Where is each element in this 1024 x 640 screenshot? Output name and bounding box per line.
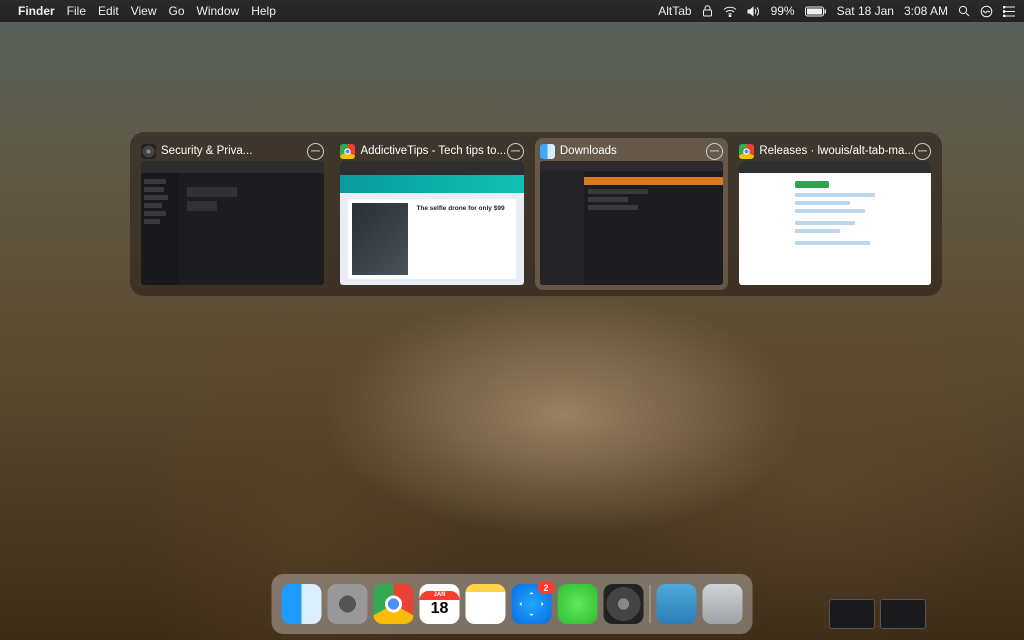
menu-go[interactable]: Go [169, 4, 185, 18]
tile-thumbnail [540, 161, 723, 285]
wifi-icon[interactable] [723, 6, 737, 17]
lock-icon[interactable] [702, 5, 713, 17]
notification-center-icon[interactable] [1003, 6, 1016, 17]
finder-icon [540, 144, 555, 159]
tile-title: Security & Priva... [161, 145, 307, 157]
menu-view[interactable]: View [131, 4, 157, 18]
menubar-date[interactable]: Sat 18 Jan [837, 4, 894, 18]
dock-appstore[interactable]: 2 [512, 584, 552, 624]
dock-calendar[interactable]: JAN 18 [420, 584, 460, 624]
calendar-day: 18 [431, 600, 449, 618]
dock-finder[interactable] [282, 584, 322, 624]
close-icon[interactable] [507, 143, 524, 160]
dock-messages[interactable] [558, 584, 598, 624]
switcher-tile-releases[interactable]: Releases · lwouis/alt-tab-ma... [734, 138, 936, 290]
menubar-time[interactable]: 3:08 AM [904, 4, 948, 18]
dock-system-preferences[interactable] [604, 584, 644, 624]
switcher-tile-downloads[interactable]: Downloads [535, 138, 728, 290]
close-icon[interactable] [307, 143, 324, 160]
tile-thumbnail: The selfie drone for only $99 [340, 161, 523, 285]
battery-icon[interactable] [805, 6, 827, 17]
tile-header: Security & Priva... [141, 141, 324, 161]
alttab-menu[interactable]: AltTab [658, 4, 691, 18]
dock-downloads-folder[interactable] [657, 584, 697, 624]
volume-icon[interactable] [747, 6, 761, 17]
close-icon[interactable] [706, 143, 723, 160]
tile-header: Releases · lwouis/alt-tab-ma... [739, 141, 931, 161]
menu-help[interactable]: Help [251, 4, 276, 18]
chrome-icon [340, 144, 355, 159]
battery-percent: 99% [771, 4, 795, 18]
tile-header: Downloads [540, 141, 723, 161]
tile-thumbnail [739, 161, 931, 285]
dock-separator [650, 585, 651, 623]
calendar-month: JAN [420, 591, 460, 600]
dock-trash[interactable] [703, 584, 743, 624]
dock-notes[interactable] [466, 584, 506, 624]
thumbnail-headline: The selfie drone for only $99 [412, 199, 515, 279]
dock-chrome[interactable] [374, 584, 414, 624]
minimized-windows [829, 599, 926, 629]
chrome-icon [739, 144, 754, 159]
tile-title: Downloads [560, 145, 706, 157]
dock: JAN 18 2 [272, 574, 753, 634]
menubar: Finder File Edit View Go Window Help Alt… [0, 0, 1024, 22]
siri-icon[interactable] [980, 5, 993, 18]
spotlight-icon[interactable] [958, 5, 970, 17]
alt-tab-switcher: Security & Priva... AddictiveTips - Tech… [130, 132, 942, 296]
switcher-tile-security[interactable]: Security & Priva... [136, 138, 329, 290]
sysprefs-icon [141, 144, 156, 159]
badge: 2 [538, 581, 555, 594]
close-icon[interactable] [914, 143, 931, 160]
menu-window[interactable]: Window [197, 4, 240, 18]
menu-file[interactable]: File [67, 4, 86, 18]
tile-title: Releases · lwouis/alt-tab-ma... [759, 145, 914, 157]
switcher-tile-addictivetips[interactable]: AddictiveTips - Tech tips to... The self… [335, 138, 528, 290]
menu-edit[interactable]: Edit [98, 4, 119, 18]
minimized-window[interactable] [829, 599, 875, 629]
dock-launchpad[interactable] [328, 584, 368, 624]
tile-title: AddictiveTips - Tech tips to... [360, 145, 506, 157]
tile-header: AddictiveTips - Tech tips to... [340, 141, 523, 161]
minimized-window[interactable] [880, 599, 926, 629]
menubar-app[interactable]: Finder [18, 4, 55, 18]
tile-thumbnail [141, 161, 324, 285]
